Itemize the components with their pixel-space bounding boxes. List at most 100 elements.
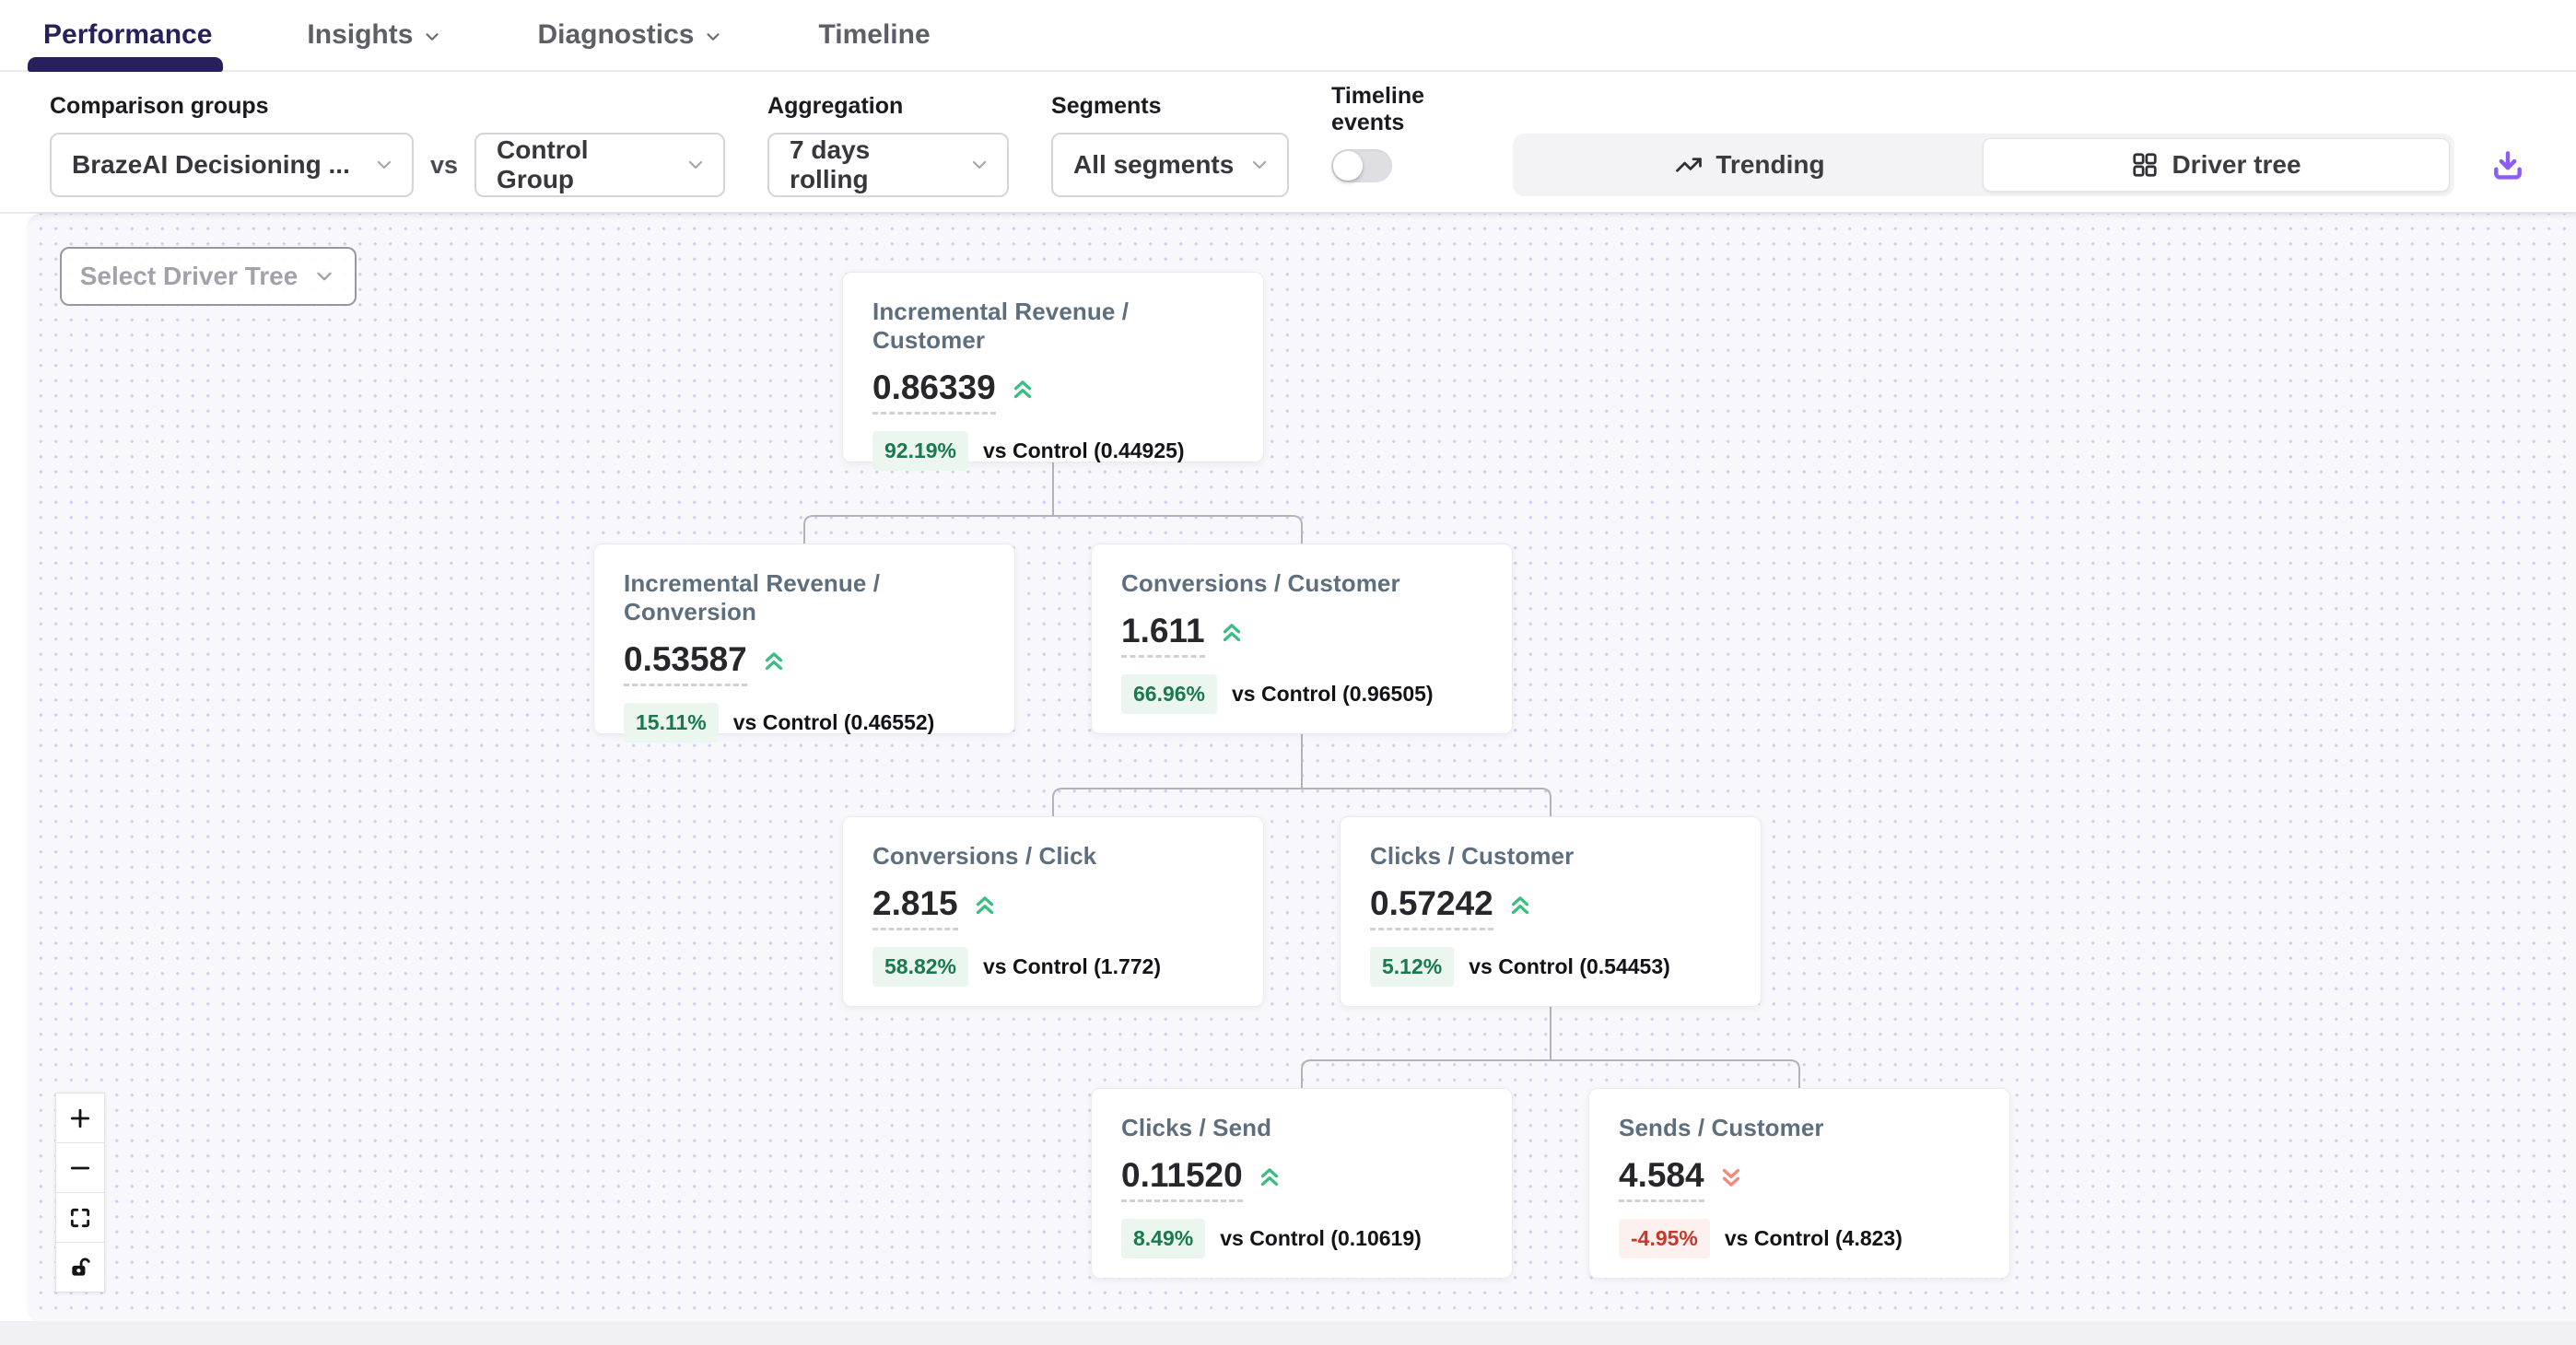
node-title: Conversions / Customer [1121, 569, 1482, 598]
grid-icon [2131, 151, 2159, 179]
segments-label: Segments [1051, 93, 1289, 120]
node-value[interactable]: 0.86339 [872, 368, 996, 415]
chevron-down-icon [422, 27, 442, 47]
comparison-primary-dropdown[interactable]: BrazeAI Decisioning ... [50, 133, 414, 197]
chevrons-up-icon [1505, 892, 1536, 924]
node-value[interactable]: 1.611 [1121, 612, 1205, 658]
metric-node-card[interactable]: Conversions / Customer 1.611 66.96% vs C… [1091, 544, 1513, 734]
node-vs-control: vs Control (0.54453) [1469, 954, 1670, 979]
node-value[interactable]: 2.815 [872, 884, 958, 930]
chevrons-up-icon [758, 648, 790, 680]
aggregation-group: Aggregation 7 days rolling [767, 93, 1009, 197]
timeline-events-group: Timeline events [1331, 83, 1470, 197]
chevron-down-icon [373, 154, 395, 176]
node-title: Incremental Revenue / Customer [872, 298, 1234, 355]
tab-insights-label: Insights [307, 19, 413, 51]
segments-dropdown[interactable]: All segments [1051, 133, 1289, 197]
node-delta-badge: 15.11% [624, 703, 719, 743]
tab-timeline-label: Timeline [818, 19, 930, 51]
download-icon [2490, 147, 2525, 182]
toggle-knob [1333, 151, 1363, 181]
chevron-down-icon [312, 264, 336, 288]
metric-node-card[interactable]: Sends / Customer 4.584 -4.95% vs Control… [1588, 1088, 2010, 1279]
comparison-groups-label: Comparison groups [50, 93, 725, 120]
node-vs-control: vs Control (0.96505) [1232, 682, 1434, 707]
tab-insights[interactable]: Insights [307, 19, 442, 51]
fit-view-button[interactable] [55, 1192, 105, 1243]
metric-node-card[interactable]: Conversions / Click 2.815 58.82% vs Cont… [842, 816, 1264, 1007]
tab-performance[interactable]: Performance [43, 19, 212, 51]
view-option-driver-tree[interactable]: Driver tree [1983, 138, 2450, 192]
comparison-secondary-value: Control Group [497, 135, 672, 194]
tab-diagnostics[interactable]: Diagnostics [537, 19, 723, 51]
top-nav: Performance Insights Diagnostics Timelin… [0, 0, 2576, 72]
node-value[interactable]: 0.57242 [1370, 884, 1493, 930]
page-footer-strip [0, 1321, 2576, 1345]
view-option-trending[interactable]: Trending [1517, 138, 1983, 192]
driver-tree-canvas[interactable]: Select Driver Tree Incremental Revenue /… [28, 214, 2576, 1321]
node-vs-control: vs Control (4.823) [1725, 1226, 1903, 1251]
fit-view-icon [68, 1206, 92, 1230]
timeline-events-label: Timeline events [1331, 83, 1470, 136]
comparison-groups-group: Comparison groups BrazeAI Decisioning ..… [50, 93, 725, 197]
node-title: Incremental Revenue / Conversion [624, 569, 985, 626]
node-vs-control: vs Control (0.10619) [1220, 1226, 1422, 1251]
chevrons-up-icon [1007, 376, 1038, 408]
comparison-primary-value: BrazeAI Decisioning ... [72, 150, 350, 180]
toolbar: Comparison groups BrazeAI Decisioning ..… [0, 72, 2576, 214]
node-title: Clicks / Send [1121, 1114, 1482, 1142]
node-delta-badge: 92.19% [872, 431, 968, 471]
chevrons-up-icon [969, 892, 1001, 924]
tab-performance-label: Performance [43, 19, 212, 51]
node-value[interactable]: 0.11520 [1121, 1156, 1243, 1202]
chevron-down-icon [703, 27, 723, 47]
node-vs-control: vs Control (0.46552) [733, 710, 935, 735]
driver-tree-label: Driver tree [2172, 150, 2301, 180]
view-controls: Trending Driver tree [1513, 134, 2530, 196]
vs-label: vs [430, 151, 458, 180]
node-title: Conversions / Click [872, 842, 1234, 871]
node-vs-control: vs Control (1.772) [983, 954, 1161, 979]
view-mode-segmented-control: Trending Driver tree [1513, 134, 2454, 196]
plus-icon [68, 1106, 92, 1130]
canvas-zoom-controls [55, 1093, 105, 1292]
node-delta-badge: 66.96% [1121, 674, 1217, 714]
active-tab-indicator [28, 57, 223, 72]
node-value[interactable]: 4.584 [1619, 1156, 1704, 1202]
node-value[interactable]: 0.53587 [624, 640, 747, 686]
aggregation-value: 7 days rolling [790, 135, 955, 194]
node-delta-badge: 5.12% [1370, 947, 1454, 987]
chevrons-up-icon [1216, 619, 1247, 651]
node-vs-control: vs Control (0.44925) [983, 439, 1185, 463]
node-delta-badge: -4.95% [1619, 1219, 1710, 1258]
node-delta-badge: 8.49% [1121, 1219, 1205, 1258]
chevron-down-icon [968, 154, 990, 176]
zoom-out-button[interactable] [55, 1142, 105, 1193]
zoom-in-button[interactable] [55, 1093, 105, 1143]
lock-toggle-button[interactable] [55, 1242, 105, 1292]
tab-timeline[interactable]: Timeline [818, 19, 930, 51]
metric-node-card[interactable]: Incremental Revenue / Conversion 0.53587… [593, 544, 1015, 734]
segments-value: All segments [1073, 150, 1234, 180]
node-delta-badge: 58.82% [872, 947, 968, 987]
metric-node-card[interactable]: Clicks / Send 0.11520 8.49% vs Control (… [1091, 1088, 1513, 1279]
timeline-events-toggle[interactable] [1331, 149, 1392, 182]
download-button[interactable] [2486, 143, 2530, 187]
node-title: Clicks / Customer [1370, 842, 1731, 871]
tab-diagnostics-label: Diagnostics [537, 19, 694, 51]
select-driver-tree-dropdown[interactable]: Select Driver Tree [60, 247, 357, 306]
aggregation-label: Aggregation [767, 93, 1009, 120]
segments-group: Segments All segments [1051, 93, 1289, 197]
metric-node-card[interactable]: Incremental Revenue / Customer 0.86339 9… [842, 272, 1264, 462]
minus-icon [68, 1156, 92, 1180]
metric-node-card[interactable]: Clicks / Customer 0.57242 5.12% vs Contr… [1340, 816, 1762, 1007]
comparison-secondary-dropdown[interactable]: Control Group [474, 133, 725, 197]
trending-label: Trending [1715, 150, 1824, 180]
chevrons-down-icon [1715, 1164, 1747, 1196]
chevrons-up-icon [1254, 1164, 1285, 1196]
trending-up-icon [1675, 151, 1703, 179]
chevron-down-icon [685, 154, 707, 176]
lock-open-icon [68, 1256, 92, 1280]
select-driver-tree-placeholder: Select Driver Tree [80, 262, 299, 291]
aggregation-dropdown[interactable]: 7 days rolling [767, 133, 1009, 197]
